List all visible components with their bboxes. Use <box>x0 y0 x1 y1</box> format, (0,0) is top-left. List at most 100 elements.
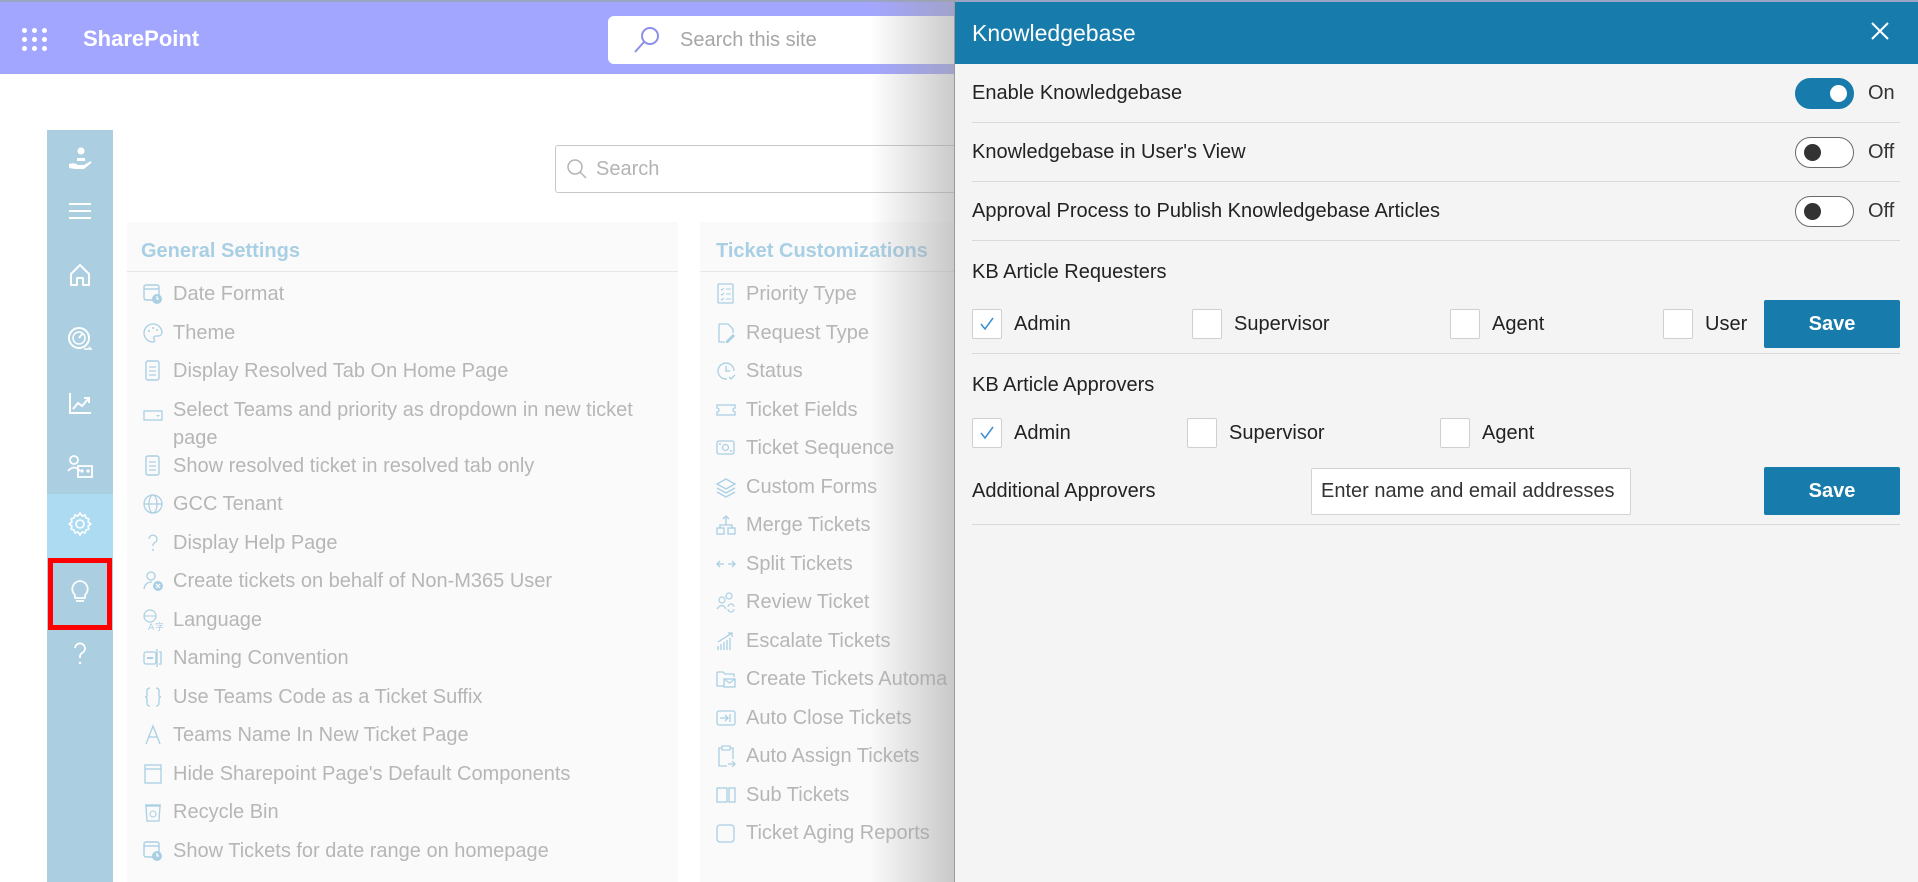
svg-text:字: 字 <box>155 621 163 631</box>
settings-item-label: Merge Tickets <box>746 514 871 536</box>
settings-item-label: GCC Tenant <box>173 493 283 515</box>
additional-approvers-label: Additional Approvers <box>972 479 1156 502</box>
checkbox-label: Supervisor <box>1229 421 1325 444</box>
checkbox-box[interactable] <box>972 418 1002 448</box>
checkbox-box[interactable] <box>1440 418 1470 448</box>
rail-menu[interactable] <box>47 182 113 244</box>
user-blocked-icon <box>143 570 163 592</box>
requester-admin-checkbox[interactable]: Admin <box>972 309 1071 339</box>
general-settings-title: General Settings <box>127 222 678 272</box>
kb-requesters-options: Admin Supervisor Agent User Save <box>972 295 1900 353</box>
rename-icon <box>143 647 163 669</box>
settings-item-select-teams-and-priority-as-dropdown-in-new-ticket-page[interactable]: Select Teams and priority as dropdown in… <box>127 396 678 452</box>
additional-approvers-input[interactable] <box>1311 467 1631 515</box>
settings-item-label: Review Ticket <box>746 591 870 613</box>
settings-item-hide-sharepoint-page-s-default-components[interactable]: Hide Sharepoint Page's Default Component… <box>127 760 678 799</box>
document-edit-icon <box>716 322 736 344</box>
settings-item-create-tickets-on-behalf-of-non-m365-user[interactable]: Create tickets on behalf of Non-M365 Use… <box>127 567 678 606</box>
settings-item-label: Display Resolved Tab On Home Page <box>173 360 509 382</box>
globe-icon <box>143 493 163 515</box>
home-icon <box>66 261 94 294</box>
helpdesk-hand-icon <box>66 145 94 178</box>
left-nav-rail <box>47 130 113 882</box>
kb-requesters-title: KB Article Requesters <box>972 261 1167 283</box>
settings-item-show-tickets-for-date-range-on-homepage[interactable]: Show Tickets for date range on homepage <box>127 837 678 876</box>
toggle-row: Enable Knowledgebase On <box>972 64 1900 123</box>
checklist-icon <box>716 283 736 305</box>
rail-settings[interactable] <box>47 494 113 558</box>
reports-chart-icon <box>66 389 94 422</box>
settings-item-recycle-bin[interactable]: Recycle Bin <box>127 798 678 837</box>
approvers-save-button[interactable]: Save <box>1764 467 1900 515</box>
settings-item-label: Hide Sharepoint Page's Default Component… <box>173 762 571 785</box>
app-launcher-icon[interactable] <box>22 28 48 51</box>
toggle-switch[interactable] <box>1795 77 1854 109</box>
requester-user-checkbox[interactable]: User <box>1663 309 1747 339</box>
dropdown-icon <box>143 399 163 421</box>
requester-agent-checkbox[interactable]: Agent <box>1450 309 1544 339</box>
settings-item-label: Escalate Tickets <box>746 629 891 652</box>
toggle-label: Enable Knowledgebase <box>972 81 1183 104</box>
help-question-icon <box>66 639 94 672</box>
app-name[interactable]: SharePoint <box>83 26 199 52</box>
requesters-save-button[interactable]: Save <box>1764 300 1900 348</box>
settings-item-language[interactable]: A 字 Language <box>127 606 678 645</box>
close-button[interactable] <box>1866 19 1894 47</box>
rail-reports[interactable] <box>47 374 113 436</box>
rail-home[interactable] <box>47 246 113 308</box>
checkbox-box[interactable] <box>1187 418 1217 448</box>
close-box-icon <box>716 707 736 729</box>
square-icon <box>716 822 736 844</box>
toggle-state-text: On <box>1868 81 1895 104</box>
settings-item-date-format[interactable]: Date Format <box>127 280 678 319</box>
approver-agent-checkbox[interactable]: Agent <box>1440 418 1534 448</box>
checkbox-box[interactable] <box>1663 309 1693 339</box>
settings-item-theme[interactable]: Theme <box>127 319 678 358</box>
settings-item-display-resolved-tab-on-home-page[interactable]: Display Resolved Tab On Home Page <box>127 357 678 396</box>
translate-icon: A字 <box>143 608 164 633</box>
settings-item-display-help-page[interactable]: Display Help Page <box>127 529 678 568</box>
toggle-row: Approval Process to Publish Knowledgebas… <box>972 182 1900 241</box>
checkbox-box[interactable] <box>1450 309 1480 339</box>
rail-knowledgebase[interactable] <box>48 558 112 630</box>
toggle-switch[interactable] <box>1795 136 1854 168</box>
settings-item-label: Ticket Fields <box>746 398 858 421</box>
toggle-switch[interactable] <box>1795 195 1854 227</box>
requester-supervisor-checkbox[interactable]: Supervisor <box>1192 309 1330 339</box>
rail-teams[interactable] <box>47 438 113 500</box>
search-icon <box>566 158 588 180</box>
rail-help[interactable] <box>47 624 113 686</box>
settings-item-label: Show Tickets for date range on homepage <box>173 839 549 862</box>
settings-item-label: Date Format <box>173 283 285 305</box>
general-settings-card: General Settings Date Format Theme Display… <box>127 222 678 882</box>
toggle-knob <box>1804 202 1821 220</box>
settings-item-label: Status <box>746 360 803 382</box>
clipboard-arrow-icon <box>716 745 736 768</box>
checkmark-icon <box>980 426 994 440</box>
settings-item-teams-name-in-new-ticket-page[interactable]: Teams Name In New Ticket Page <box>127 721 678 760</box>
settings-item-use-teams-code-as-a-ticket-suffix[interactable]: Use Teams Code as a Ticket Suffix <box>127 683 678 722</box>
settings-search-placeholder: Search <box>596 157 660 180</box>
settings-item-label: Recycle Bin <box>173 801 279 823</box>
knowledgebase-lightbulb-icon <box>66 578 94 611</box>
settings-item-gcc-tenant[interactable]: GCC Tenant <box>127 490 678 529</box>
rail-dashboard[interactable] <box>47 310 113 372</box>
approver-admin-checkbox[interactable]: Admin <box>972 418 1071 448</box>
checkbox-label: Admin <box>1014 312 1071 335</box>
search-icon <box>632 25 662 55</box>
settings-item-label: Language <box>173 608 262 631</box>
checkbox-label: Supervisor <box>1234 312 1330 335</box>
settings-item-show-resolved-ticket-in-resolved-tab-only[interactable]: Show resolved ticket in resolved tab onl… <box>127 452 678 491</box>
split-panel-icon <box>716 784 736 806</box>
kb-requesters-section: KB Article Requesters Admin Supervisor A… <box>972 241 1900 354</box>
settings-item-naming-convention[interactable]: Naming Convention <box>127 644 678 683</box>
toggle-control: On <box>1795 77 1900 109</box>
checkbox-box[interactable] <box>1192 309 1222 339</box>
approver-supervisor-checkbox[interactable]: Supervisor <box>1187 418 1325 448</box>
people-sync-icon <box>716 591 736 613</box>
settings-item-label: Show resolved ticket in resolved tab onl… <box>173 454 535 477</box>
panel-title: Knowledgebase <box>972 19 1136 46</box>
document-icon <box>143 454 163 477</box>
checkbox-box[interactable] <box>972 309 1002 339</box>
toggle-state-text: Off <box>1868 140 1895 163</box>
